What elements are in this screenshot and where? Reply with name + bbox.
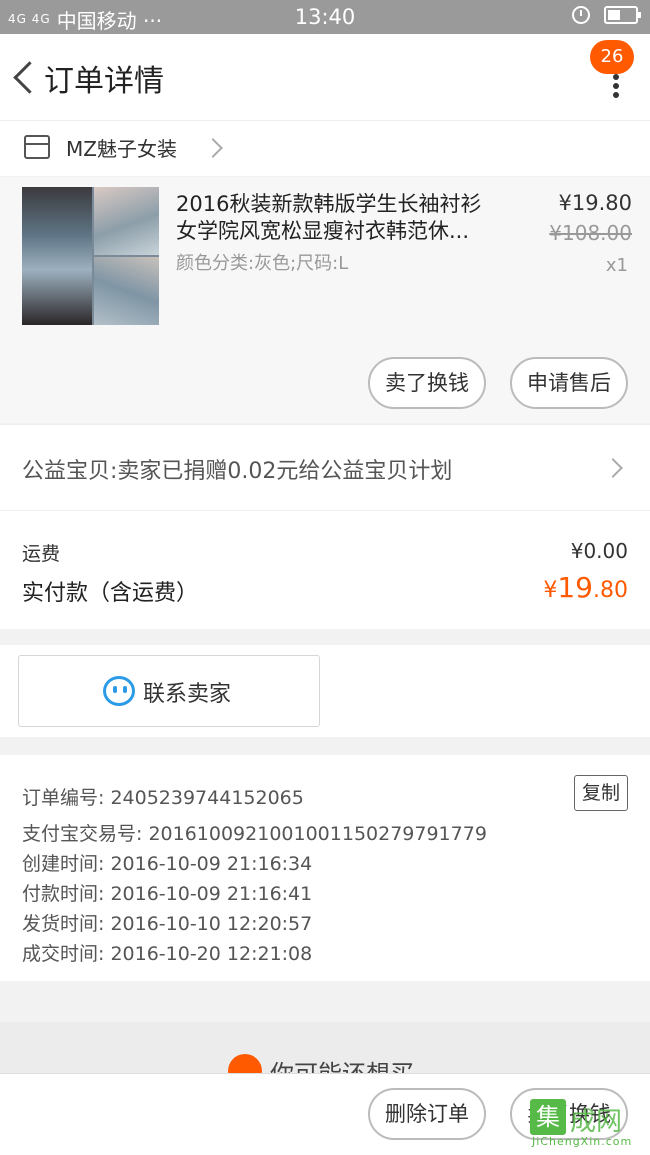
chevron-right-icon bbox=[203, 138, 223, 158]
more-icon[interactable] bbox=[612, 74, 620, 98]
paid-label: 实付款（含运费） bbox=[22, 581, 199, 606]
shop-icon bbox=[24, 135, 50, 159]
order-item[interactable]: 2016秋装新款韩版学生长袖衬衫 女学院风宽松显瘦衬衣韩范休... 颜色分类:灰… bbox=[0, 177, 650, 423]
paid-time: 付款时间: 2016-10-09 21:16:41 bbox=[22, 883, 313, 905]
watermark-char: 集 bbox=[530, 1099, 566, 1135]
alipay-number: 支付宝交易号: 2016100921001001150279791779 bbox=[22, 823, 487, 845]
product-title-line1: 2016秋装新款韩版学生长袖衬衫 bbox=[176, 192, 482, 216]
paid-decimal: .80 bbox=[593, 578, 628, 603]
watermark-url: JiChengXin.com bbox=[532, 1135, 633, 1148]
order-number: 订单编号: 2405239744152065 bbox=[22, 787, 304, 809]
message-count-badge: 26 bbox=[590, 40, 634, 74]
paid-currency: ¥ bbox=[543, 578, 558, 603]
shipping-label: 运费 bbox=[22, 543, 61, 565]
paid-amount: ¥19.80 bbox=[543, 571, 628, 604]
contact-section: 联系卖家 bbox=[0, 645, 650, 737]
chat-icon bbox=[103, 676, 135, 706]
page-title: 订单详情 bbox=[44, 64, 164, 99]
watermark-text: 成网 bbox=[570, 1107, 623, 1137]
created-time: 创建时间: 2016-10-09 21:16:34 bbox=[22, 853, 313, 875]
order-info: 订单编号: 2405239744152065 复制 支付宝交易号: 201610… bbox=[0, 755, 650, 981]
product-attributes: 颜色分类:灰色;尺码:L bbox=[176, 253, 349, 274]
product-title-line2: 女学院风宽松显瘦衬衣韩范休... bbox=[176, 219, 470, 243]
product-original-price: ¥108.00 bbox=[549, 221, 632, 245]
battery-icon bbox=[604, 6, 641, 24]
shop-row[interactable]: MZ魅子女装 bbox=[0, 120, 650, 176]
order-totals: 运费 ¥0.00 实付款（含运费） ¥19.80 bbox=[0, 511, 650, 629]
copy-button[interactable]: 复制 bbox=[574, 775, 628, 811]
chevron-right-icon bbox=[603, 458, 623, 478]
status-bar: 4G 4G 中国移动 ··· 13:40 bbox=[0, 0, 650, 34]
paid-integer: 19 bbox=[557, 571, 593, 604]
product-price: ¥19.80 bbox=[558, 191, 632, 215]
shipped-time: 发货时间: 2016-10-10 12:20:57 bbox=[22, 913, 313, 935]
contact-seller-button[interactable]: 联系卖家 bbox=[18, 655, 320, 727]
product-title: 2016秋装新款韩版学生长袖衬衫 女学院风宽松显瘦衬衣韩范休... bbox=[176, 191, 496, 245]
shipping-value: ¥0.00 bbox=[570, 539, 628, 563]
back-icon[interactable] bbox=[10, 60, 38, 94]
charity-row[interactable]: 公益宝贝:卖家已捐赠0.02元给公益宝贝计划 bbox=[0, 424, 650, 510]
product-quantity: x1 bbox=[605, 255, 628, 276]
charity-text: 公益宝贝:卖家已捐赠0.02元给公益宝贝计划 bbox=[22, 459, 453, 484]
watermark-logo: 集 成网 JiChengXin.com bbox=[526, 1097, 646, 1149]
product-thumbnail[interactable] bbox=[22, 187, 159, 325]
shop-name: MZ魅子女装 bbox=[66, 137, 177, 161]
nav-bar: 订单详情 26 bbox=[0, 34, 650, 120]
resell-button[interactable]: 卖了换钱 bbox=[368, 357, 486, 409]
completed-time: 成交时间: 2016-10-20 12:21:08 bbox=[22, 943, 313, 965]
delete-order-button[interactable]: 删除订单 bbox=[368, 1088, 486, 1140]
contact-seller-label: 联系卖家 bbox=[143, 682, 232, 707]
bottom-action-bar: 删除订单 卖了换钱 集 成网 JiChengXin.com bbox=[0, 1073, 650, 1155]
after-sale-button[interactable]: 申请售后 bbox=[510, 357, 628, 409]
alarm-icon bbox=[572, 6, 590, 24]
clock: 13:40 bbox=[294, 5, 356, 29]
